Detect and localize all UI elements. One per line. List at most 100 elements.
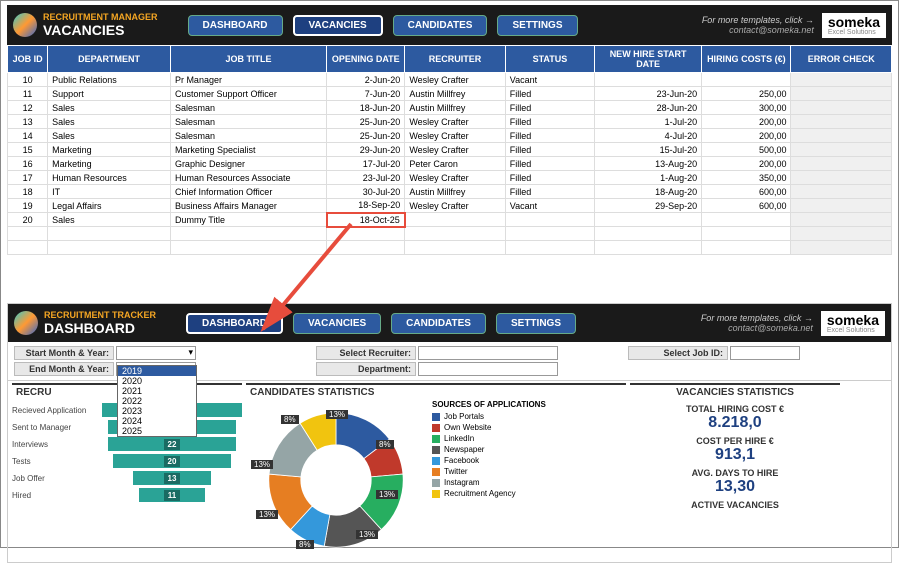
col-header[interactable]: NEW HIRE START DATE (595, 46, 702, 73)
donut-label: 8% (281, 415, 299, 424)
vacancies-panel: RECRUITMENT MANAGER VACANCIES DASHBOARD V… (7, 5, 892, 255)
start-year-dropdown[interactable]: 2019202020212022202320242025 (116, 346, 196, 360)
col-header[interactable]: JOB TITLE (170, 46, 326, 73)
nav-bot: DASHBOARD VACANCIES CANDIDATES SETTINGS (186, 313, 576, 334)
legend-title: SOURCES OF APPLICATIONS (432, 400, 546, 409)
vacancies-stats-title: VACANCIES STATISTICS (630, 385, 840, 400)
stat-item: ACTIVE VACANCIES (630, 500, 840, 510)
header-top: RECRUITMENT MANAGER VACANCIES DASHBOARD V… (7, 5, 892, 45)
jobid-label: Select Job ID: (628, 346, 728, 360)
donut-label: 8% (376, 440, 394, 449)
dropdown-option[interactable]: 2025 (118, 426, 196, 436)
vacancies-stats-column: VACANCIES STATISTICS TOTAL HIRING COST €… (630, 383, 840, 560)
funnel-row: Tests20 (12, 454, 242, 468)
year-dropdown-list: 2019202020212022202320242025 (117, 365, 197, 437)
candidates-column: CANDIDATES STATISTICS 13% 8% 13% 13% 8% 13% 13… (246, 383, 626, 560)
table-row[interactable]: 12SalesSalesman18-Jun-20Austin MillfreyF… (8, 101, 892, 115)
recruiter-label: Select Recruiter: (316, 346, 416, 360)
filter-bar: Start Month & Year: 20192020202120222023… (8, 342, 891, 381)
donut-label: 13% (256, 510, 278, 519)
page-title: VACANCIES (43, 22, 158, 38)
table-row[interactable]: 15MarketingMarketing Specialist29-Jun-20… (8, 143, 892, 157)
nav-top: DASHBOARD VACANCIES CANDIDATES SETTINGS (188, 15, 578, 36)
page-title: DASHBOARD (44, 320, 156, 336)
dropdown-option[interactable]: 2021 (118, 386, 196, 396)
dropdown-option[interactable]: 2024 (118, 416, 196, 426)
dropdown-option[interactable]: 2019 (118, 366, 196, 376)
brand-logo: somekaExcel Solutions (821, 311, 885, 336)
nav-dashboard[interactable]: DASHBOARD (186, 313, 283, 334)
stat-item: COST PER HIRE €913,1 (630, 436, 840, 464)
logo-icon (13, 13, 37, 37)
vacancies-stats: TOTAL HIRING COST €8.218,0 COST PER HIRE … (630, 404, 840, 510)
app-subtitle: RECRUITMENT TRACKER (44, 310, 156, 320)
stat-item: AVG. DAYS TO HIRE13,30 (630, 468, 840, 496)
logo-icon (14, 311, 38, 335)
legend-item: Instagram (432, 478, 546, 487)
brand-logo: somekaExcel Solutions (822, 13, 886, 38)
dashboard-panel: RECRUITMENT TRACKER DASHBOARD DASHBOARD V… (7, 303, 892, 563)
legend-item: Own Website (432, 423, 546, 432)
legend-item: Facebook (432, 456, 546, 465)
legend-item: Recruitment Agency (432, 489, 546, 498)
table-row[interactable]: 11SupportCustomer Support Officer7-Jun-2… (8, 87, 892, 101)
table-row[interactable]: 17Human ResourcesHuman Resources Associa… (8, 171, 892, 185)
donut-label: 13% (251, 460, 273, 469)
stat-item: TOTAL HIRING COST €8.218,0 (630, 404, 840, 432)
dept-label: Department: (316, 362, 416, 376)
col-header[interactable]: HIRING COSTS (€) (702, 46, 791, 73)
col-header[interactable]: JOB ID (8, 46, 48, 73)
col-header[interactable]: STATUS (505, 46, 594, 73)
app-subtitle: RECRUITMENT MANAGER (43, 12, 158, 22)
funnel-row: Hired11 (12, 488, 242, 502)
col-header[interactable]: DEPARTMENT (48, 46, 171, 73)
table-row[interactable]: 14SalesSalesman25-Jun-20Wesley CrafterFi… (8, 129, 892, 143)
contact-email: contact@someka.net (702, 25, 814, 35)
legend-item: LinkedIn (432, 434, 546, 443)
templates-link[interactable]: For more templates, click → (702, 15, 814, 25)
legend-item: Newspaper (432, 445, 546, 454)
nav-candidates[interactable]: CANDIDATES (393, 15, 488, 36)
contact-email: contact@someka.net (701, 323, 813, 333)
donut-label: 13% (356, 530, 378, 539)
table-row[interactable]: 19Legal AffairsBusiness Affairs Manager1… (8, 199, 892, 213)
vacancies-table[interactable]: JOB IDDEPARTMENTJOB TITLEOPENING DATEREC… (7, 45, 892, 255)
start-year-label: Start Month & Year: (14, 346, 114, 360)
legend-items: Job Portals Own Website LinkedIn Newspaper F… (432, 412, 546, 498)
table-row[interactable]: 20SalesDummy Title18-Oct-25 (8, 213, 892, 227)
nav-settings[interactable]: SETTINGS (497, 15, 577, 36)
legend-item: Twitter (432, 467, 546, 476)
nav-vacancies[interactable]: VACANCIES (293, 15, 383, 36)
legend-item: Job Portals (432, 412, 546, 421)
funnel-row: Interviews22 (12, 437, 242, 451)
dept-input[interactable] (418, 362, 558, 376)
table-row[interactable]: 16MarketingGraphic Designer17-Jul-20Pete… (8, 157, 892, 171)
nav-vacancies[interactable]: VACANCIES (293, 313, 381, 334)
sources-legend: SOURCES OF APPLICATIONS Job Portals Own W… (432, 400, 546, 560)
table-header-row: JOB IDDEPARTMENTJOB TITLEOPENING DATEREC… (8, 46, 892, 73)
col-header[interactable]: OPENING DATE (327, 46, 405, 73)
recruiter-input[interactable] (418, 346, 558, 360)
col-header[interactable]: ERROR CHECK (791, 46, 892, 73)
dropdown-option[interactable]: 2023 (118, 406, 196, 416)
funnel-row: Job Offer13 (12, 471, 242, 485)
table-row[interactable]: 18ITChief Information Officer30-Jul-20Au… (8, 185, 892, 199)
templates-link[interactable]: For more templates, click → (701, 313, 813, 323)
nav-candidates[interactable]: CANDIDATES (391, 313, 486, 334)
candidates-title: CANDIDATES STATISTICS (246, 385, 626, 400)
nav-dashboard[interactable]: DASHBOARD (188, 15, 283, 36)
nav-settings[interactable]: SETTINGS (496, 313, 576, 334)
dropdown-option[interactable]: 2020 (118, 376, 196, 386)
header-bot: RECRUITMENT TRACKER DASHBOARD DASHBOARD V… (8, 304, 891, 342)
donut-label: 13% (326, 410, 348, 419)
table-body: 10Public RelationsPr Manager2-Jun-20Wesl… (8, 73, 892, 255)
donut-chart: 13%8%13%13%8%13%13%8% (246, 400, 426, 560)
table-row[interactable]: 10Public RelationsPr Manager2-Jun-20Wesl… (8, 73, 892, 87)
donut-label: 13% (376, 490, 398, 499)
col-header[interactable]: RECRUITER (405, 46, 505, 73)
donut-svg (246, 400, 426, 560)
dropdown-option[interactable]: 2022 (118, 396, 196, 406)
end-year-label: End Month & Year: (14, 362, 114, 376)
jobid-input[interactable] (730, 346, 800, 360)
table-row[interactable]: 13SalesSalesman25-Jun-20Wesley CrafterFi… (8, 115, 892, 129)
